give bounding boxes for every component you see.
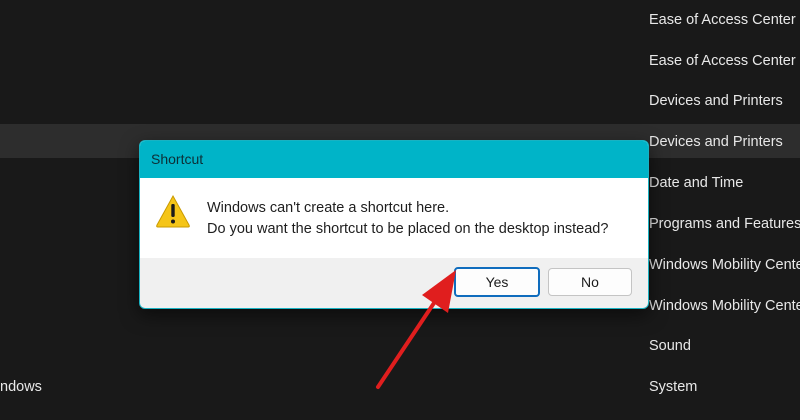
- left-list-item[interactable]: ndows: [0, 376, 42, 398]
- dialog-message-line1: Windows can't create a shortcut here.: [207, 200, 450, 216]
- list-item[interactable]: Devices and Printers: [649, 90, 783, 112]
- list-item[interactable]: Date and Time: [649, 172, 743, 194]
- list-item[interactable]: Windows Mobility Cente: [649, 295, 800, 317]
- list-item[interactable]: Programs and Features: [649, 213, 800, 235]
- list-item[interactable]: System: [649, 376, 697, 398]
- dialog-titlebar[interactable]: Shortcut: [140, 141, 648, 178]
- yes-button[interactable]: Yes: [454, 267, 540, 297]
- dialog-body: Windows can't create a shortcut here. Do…: [140, 178, 648, 258]
- red-arrow-pointer-icon: [376, 270, 456, 389]
- list-item[interactable]: Devices and Printers: [649, 131, 783, 153]
- dialog-message-line2: Do you want the shortcut to be placed on…: [207, 221, 609, 237]
- list-item[interactable]: Windows Mobility Cente: [649, 254, 800, 276]
- list-item[interactable]: Ease of Access Center: [649, 9, 796, 31]
- list-item[interactable]: Sound: [649, 335, 691, 357]
- dialog-title: Shortcut: [151, 151, 204, 167]
- warning-icon: [156, 194, 190, 228]
- no-button[interactable]: No: [548, 268, 632, 296]
- list-item[interactable]: Ease of Access Center: [649, 50, 796, 72]
- control-panel-items-list: Ease of Access Center Ease of Access Cen…: [649, 0, 800, 420]
